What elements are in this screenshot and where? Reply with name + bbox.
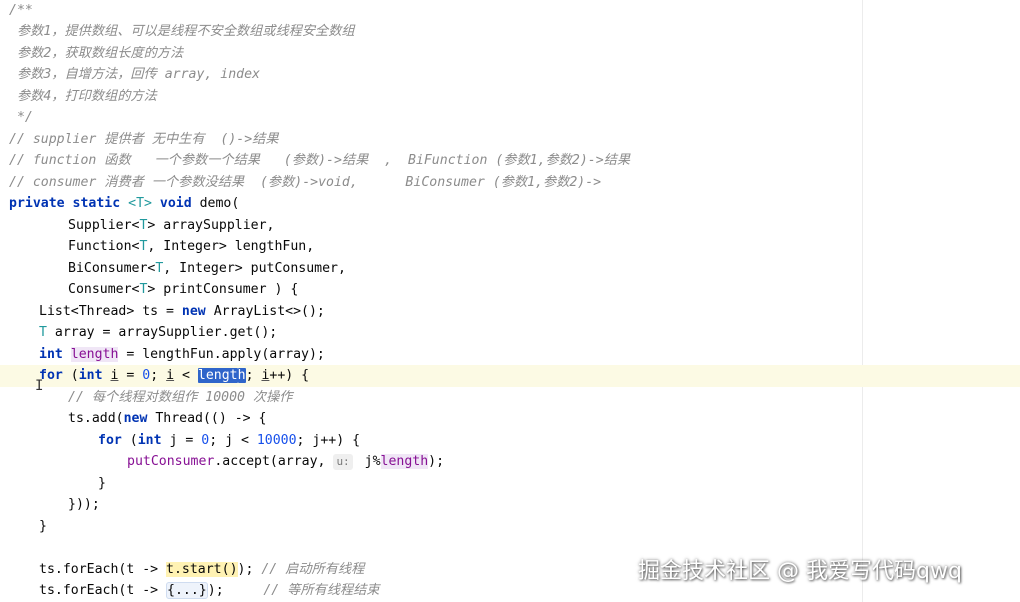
code-token: ( (62, 368, 79, 383)
number-literal: 10000 (256, 433, 297, 448)
code-token: demo( (191, 196, 240, 211)
code-token: <T> (128, 196, 152, 211)
code-line: } (39, 519, 47, 534)
current-code-line: for (int i = 0; i < length; i++) { (0, 365, 1020, 387)
code-token: static (72, 196, 121, 211)
text-selection[interactable]: h (237, 368, 246, 383)
code-token: ); (207, 583, 264, 598)
code-line: 参数1，提供数组、可以是线程不安全数组或线程安全数组 (9, 24, 355, 39)
text-selection[interactable]: lengt (197, 368, 238, 383)
code-line: for (int j = 0; j < 10000; j++) { (0, 430, 1020, 452)
code-token: int (78, 368, 103, 383)
parameter-hint: u: (333, 454, 353, 470)
code-line: 参数2，获取数组长度的方法 (9, 46, 184, 61)
code-token: ts.add( (68, 411, 124, 426)
code-line: private static <T> void demo( (0, 193, 1020, 215)
code-editor[interactable]: /** 参数1，提供数组、可以是线程不安全数组或线程安全数组 参数2，获取数组长… (0, 0, 1020, 602)
code-line: */ (9, 110, 33, 125)
code-line: })); (68, 497, 100, 512)
code-token: Function< (68, 239, 140, 254)
code-line: // consumer 消费者 一个参数没结果 (参数)->void, BiCo… (9, 175, 602, 190)
code-line: 参数3，自增方法，回传 array, index (9, 67, 260, 82)
loop-variable: i (166, 368, 175, 383)
code-token: , Integer> lengthFun, (147, 239, 315, 254)
code-token: array = arraySupplier.get(); (46, 325, 278, 340)
code-token: T (39, 325, 47, 340)
code-token: ; j++) { (296, 433, 361, 448)
code-token: > arraySupplier, (147, 218, 275, 233)
code-line: } (98, 476, 106, 491)
code-line: Function<T, Integer> lengthFun, (0, 236, 1020, 258)
code-token: ( (121, 433, 138, 448)
code-line: // function 函数 一个参数一个结果 (参数)->结果 , BiFun… (9, 153, 631, 168)
code-line: Consumer<T> printConsumer ) { (0, 279, 1020, 301)
code-line: 参数4，打印数组的方法 (9, 89, 157, 104)
code-token: for (98, 433, 122, 448)
field-reference: putConsumer (127, 454, 215, 469)
code-token: < (174, 368, 198, 383)
code-token: ; j < (209, 433, 257, 448)
code-token: = (118, 368, 143, 383)
code-token: j = (161, 433, 202, 448)
code-token: Supplier< (68, 218, 140, 233)
brace-match-highlight: t.start() (166, 562, 238, 577)
watermark-text: 掘金技术社区 @ 我爱写代码qwq (638, 559, 962, 584)
code-token: int (137, 433, 162, 448)
code-token: Thread(() -> { (147, 411, 267, 426)
code-token: > printConsumer ) { (147, 282, 299, 297)
code-line: Supplier<T> arraySupplier, (0, 215, 1020, 237)
code-line: /** (9, 3, 33, 18)
code-line: putConsumer.accept(array, u: j%length); (0, 451, 1020, 473)
code-comment: // 启动所有线程 (261, 562, 365, 577)
code-token: List<Thread> ts = (39, 304, 182, 319)
code-token: ; (245, 368, 262, 383)
code-comment: // 等所有线程结束 (263, 583, 380, 598)
number-literal: 0 (201, 433, 210, 448)
code-token: ); (428, 454, 445, 469)
code-line: T array = arraySupplier.get(); (0, 322, 1020, 344)
code-line: List<Thread> ts = new ArrayList<>(); (0, 301, 1020, 323)
code-token: = lengthFun.apply(array); (118, 347, 325, 362)
code-token: BiConsumer< (68, 261, 156, 276)
code-token: new (123, 411, 148, 426)
code-token: ArrayList<>(); (205, 304, 325, 319)
code-token: , Integer> putConsumer, (163, 261, 346, 276)
code-token: ts.forEach(t -> (39, 562, 167, 577)
code-line: int length = lengthFun.apply(array); (0, 344, 1020, 366)
code-line: // 每个线程对数组作 10000 次操作 (68, 390, 293, 405)
code-line: ts.add(new Thread(() -> { (0, 408, 1020, 430)
code-token: private (9, 196, 65, 211)
code-token: Consumer< (68, 282, 140, 297)
code-line: BiConsumer<T, Integer> putConsumer, (0, 258, 1020, 280)
code-token: ts.forEach(t -> (39, 583, 167, 598)
local-variable: length (380, 454, 429, 469)
code-line: // supplier 提供者 无中生有 ()->结果 (9, 132, 279, 147)
code-token: ++) { (269, 368, 310, 383)
folded-code-block[interactable]: {...} (166, 582, 208, 599)
code-token: new (181, 304, 206, 319)
local-variable: length (70, 347, 119, 362)
code-token: j% (356, 454, 381, 469)
code-token: int (39, 347, 63, 362)
code-token: .accept(array, (214, 454, 334, 469)
code-token: void (159, 196, 192, 211)
code-token: ; (150, 368, 167, 383)
code-token: ); (237, 562, 262, 577)
